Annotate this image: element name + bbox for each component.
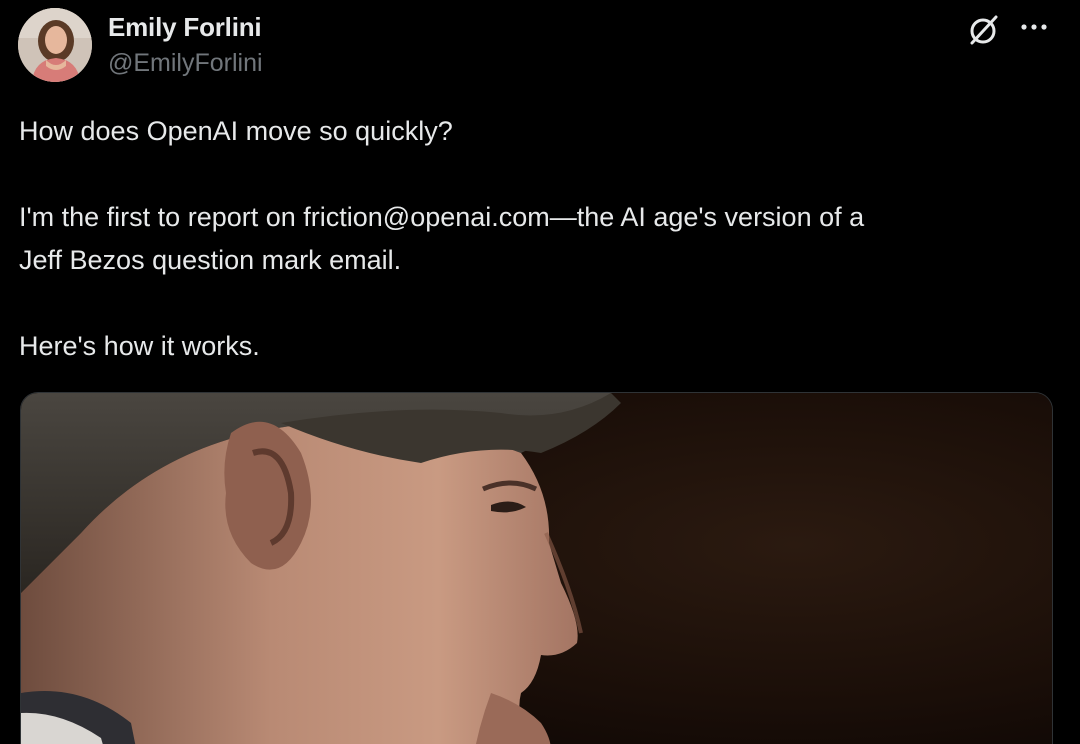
more-options-icon[interactable]	[1018, 12, 1052, 42]
person-avatar-icon	[18, 8, 92, 82]
tweet-text: How does OpenAI move so quickly? I'm the…	[19, 110, 1059, 368]
tweet-line-bezos: Jeff Bezos question mark email.	[19, 245, 402, 275]
tweet-line-question: How does OpenAI move so quickly?	[19, 116, 453, 146]
author-display-name[interactable]: Emily Forlini	[108, 10, 262, 44]
avatar[interactable]	[18, 8, 92, 82]
tweet-line-how: Here's how it works.	[19, 331, 260, 361]
man-profile-portrait-image	[21, 393, 1052, 744]
tweet-line-report: I'm the first to report on friction@open…	[19, 202, 865, 232]
tweet: Emily Forlini @EmilyForlini How does Ope…	[0, 0, 1080, 744]
grok-icon[interactable]	[966, 12, 1002, 48]
tweet-media-photo[interactable]	[20, 392, 1053, 744]
author-handle[interactable]: @EmilyForlini	[108, 47, 263, 79]
